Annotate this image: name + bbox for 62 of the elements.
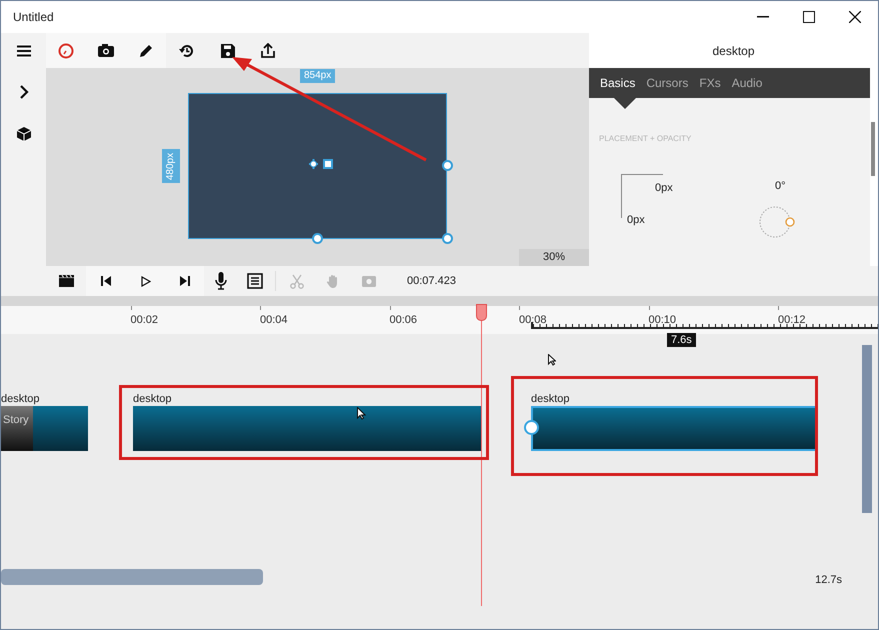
rotation-value: 0° [775,179,786,194]
timeline-clip[interactable]: Story [1,406,88,451]
menu-icon [16,45,30,57]
duration-badge: 7.6s [667,333,696,347]
minimize-icon [757,16,769,18]
camera-icon [362,274,376,288]
rotation-dial-icon [759,205,796,239]
history-icon [179,42,195,58]
playhead-time: 00:07.423 [407,274,456,289]
clip-label: desktop [1,392,40,407]
play-icon [141,276,151,286]
panel-tab[interactable]: FXs [699,74,721,92]
position-x-value: 0px [655,181,673,196]
record-icon [58,42,74,58]
ruler-label: 00:08 [519,313,547,328]
clip-label: desktop [531,392,570,407]
scrollbar-thumb[interactable] [1,569,263,585]
pencil-icon [139,44,153,58]
height-label: 480px [162,149,180,183]
resize-handle[interactable] [442,160,453,171]
window-title: Untitled [13,9,54,26]
width-label: 854px [300,69,336,83]
anchor-icon [308,157,334,171]
close-icon [849,11,861,23]
total-duration: 12.7s [815,573,842,588]
position-y-value: 0px [627,213,645,228]
skip-back-icon [101,276,111,286]
ruler-label: 00:02 [130,313,158,328]
ruler-label: 00:10 [648,313,676,328]
panel-tab[interactable]: Cursors [646,74,688,92]
chevron-right-icon [18,85,28,99]
clip-thumbnail: Story [1,406,33,451]
timeline-clip[interactable] [531,406,817,451]
trim-handle[interactable] [524,420,539,435]
ruler-label: 00:12 [778,313,806,328]
maximize-icon [803,11,815,23]
scrollbar-thumb[interactable] [862,345,872,513]
skip-forward-icon [180,276,190,286]
ruler-label: 00:04 [260,313,288,328]
panel-title: desktop [712,42,755,60]
cursor-icon [548,354,556,366]
playhead-handle[interactable] [476,304,487,321]
clip-label: desktop [133,392,172,407]
cursor-icon [357,407,366,420]
zoom-label: 30% [519,249,589,266]
upload-icon [261,43,275,58]
panel-tab[interactable]: Basics [600,74,636,92]
document-lines-icon [247,273,263,289]
microphone-icon [215,272,227,290]
camera-icon [98,44,114,57]
panel-tab[interactable]: Audio [732,74,762,92]
resize-handle[interactable] [312,233,323,244]
scissors-icon [290,274,304,288]
clapperboard-icon [58,275,74,287]
timeline-clip[interactable] [133,406,481,451]
ruler-label: 00:06 [390,313,418,328]
resize-handle[interactable] [442,233,453,244]
hand-icon [326,274,340,288]
save-icon [221,44,235,58]
scrollbar-thumb[interactable] [871,122,875,176]
section-heading: PLACEMENT + OPACITY [599,133,692,145]
cube-icon [16,127,30,141]
